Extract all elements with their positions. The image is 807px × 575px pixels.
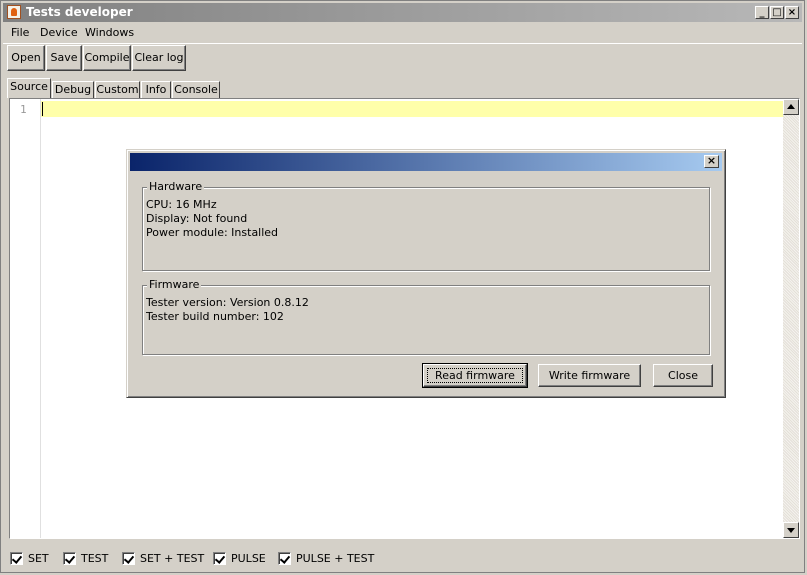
arrow-down-icon [787,528,795,533]
test-mode-bar: SET TEST SET + TEST PULSE PULSE + TEST [5,549,802,569]
menu-device[interactable]: Device [40,26,78,39]
checkmark-icon [214,553,226,564]
tester-build-info: Tester build number: 102 [146,310,284,323]
hardware-legend: Hardware [147,180,205,193]
save-button[interactable]: Save [46,45,82,71]
menu-file[interactable]: File [11,26,29,39]
minimize-button[interactable]: _ [755,6,769,19]
tab-custom[interactable]: Custom [95,81,140,98]
checkmark-icon [279,553,291,564]
checkbox-box[interactable] [122,552,135,565]
checkmark-icon [64,553,76,564]
tab-console[interactable]: Console [172,81,220,98]
tab-debug[interactable]: Debug [52,81,94,98]
checkbox-label: TEST [81,552,109,565]
text-caret [42,102,43,116]
dialog-close-icon[interactable]: × [704,155,719,168]
line-number-gutter: 1 [10,99,41,538]
maximize-button[interactable]: □ [770,6,784,19]
write-firmware-button[interactable]: Write firmware [538,364,641,387]
current-line-highlight [41,101,784,117]
checkbox-label: SET [28,552,49,565]
line-number: 1 [20,103,27,116]
vertical-scrollbar[interactable] [783,99,799,538]
tab-info[interactable]: Info [141,81,171,98]
read-firmware-button[interactable]: Read firmware [422,363,528,388]
firmware-legend: Firmware [147,278,202,291]
java-app-icon [7,5,21,19]
arrow-up-icon [787,104,795,109]
checkmark-icon [123,553,135,564]
firmware-group: Firmware Tester version: Version 0.8.12 … [142,278,710,355]
display-info: Display: Not found [146,212,248,225]
menu-bar: File Device Windows [3,23,802,43]
menu-windows[interactable]: Windows [85,26,134,39]
clear-log-button[interactable]: Clear log [132,45,186,71]
checkbox-box[interactable] [213,552,226,565]
checkbox-label: PULSE + TEST [296,552,375,565]
dialog-title-bar[interactable]: × [130,153,722,171]
device-info-dialog: × Hardware CPU: 16 MHz Display: Not foun… [126,149,726,398]
hardware-group: Hardware CPU: 16 MHz Display: Not found … [142,180,710,271]
checkbox-label: SET + TEST [140,552,205,565]
checkbox-box[interactable] [63,552,76,565]
tab-source[interactable]: Source [7,78,51,98]
dialog-close-button[interactable]: Close [653,364,713,387]
close-button[interactable]: × [785,6,799,19]
checkbox-box[interactable] [10,552,23,565]
checkbox-label: PULSE [231,552,266,565]
toolbar-separator [3,43,802,44]
power-module-info: Power module: Installed [146,226,279,239]
compile-button[interactable]: Compile [83,45,131,71]
cpu-info: CPU: 16 MHz [146,198,217,211]
window-title: Tests developer [26,5,133,19]
scroll-down-button[interactable] [783,522,799,538]
open-button[interactable]: Open [7,45,45,71]
checkbox-box[interactable] [278,552,291,565]
title-bar[interactable]: Tests developer _ □ × [3,3,802,22]
main-window: Tests developer _ □ × File Device Window… [0,0,805,573]
checkmark-icon [11,553,23,564]
scroll-up-button[interactable] [783,99,799,115]
tester-version-info: Tester version: Version 0.8.12 [146,296,309,309]
